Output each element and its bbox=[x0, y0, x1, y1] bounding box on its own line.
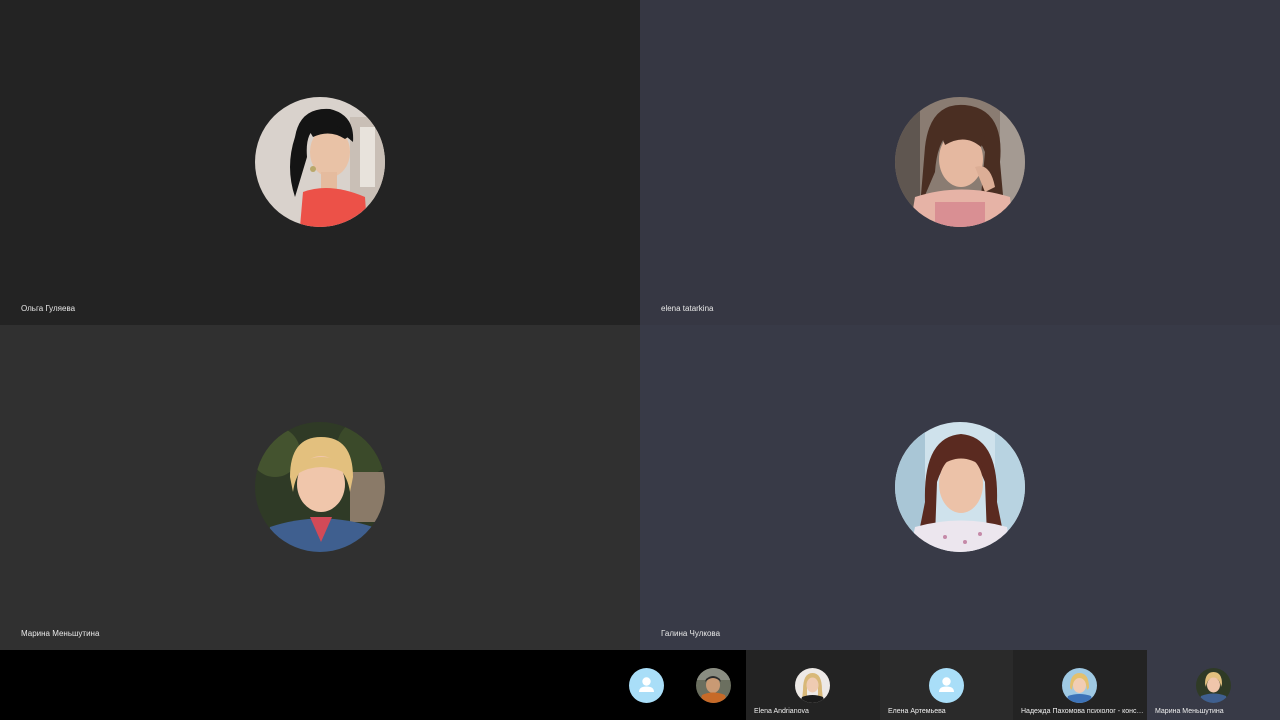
thumbnail-name-4: Елена Артемьева bbox=[888, 708, 946, 715]
default-user-icon bbox=[629, 668, 664, 703]
participant-avatar-3 bbox=[255, 422, 385, 552]
participant-name-1: Ольга Гуляева bbox=[21, 304, 76, 313]
participant-photo-avatar bbox=[1062, 668, 1097, 703]
participant-name-4: Галина Чулкова bbox=[661, 629, 721, 638]
participant-tile-2[interactable]: elena tatarkina bbox=[640, 0, 1280, 325]
participant-tile-4[interactable]: Галина Чулкова bbox=[640, 325, 1280, 650]
thumbnail-name-6: Марина Меньшутина bbox=[1155, 708, 1224, 715]
thumbnail-name-5: Надежда Пахомова психолог - консультант bbox=[1021, 708, 1145, 715]
participant-tile-1[interactable]: Ольга Гуляева bbox=[0, 0, 640, 325]
participant-photo-avatar bbox=[795, 668, 830, 703]
participant-name-2: elena tatarkina bbox=[661, 304, 714, 313]
participant-name-3: Марина Меньшутина bbox=[21, 629, 100, 638]
participant-avatar-1 bbox=[255, 97, 385, 227]
thumbnail-6[interactable]: Марина Меньшутина bbox=[1147, 650, 1280, 720]
default-user-icon bbox=[929, 668, 964, 703]
participant-photo-avatar bbox=[696, 668, 731, 703]
thumbnail-4[interactable]: Елена Артемьева bbox=[880, 650, 1013, 720]
thumbnail-2[interactable] bbox=[680, 650, 746, 720]
participant-strip: Elena Andrianova Елена Артемьева Надежда… bbox=[0, 650, 1280, 720]
participant-avatar-2 bbox=[895, 97, 1025, 227]
participant-grid: Ольга Гуляева elena tatarkina Марина Мен… bbox=[0, 0, 1280, 650]
participant-photo-avatar bbox=[1196, 668, 1231, 703]
video-call-window: Ольга Гуляева elena tatarkina Марина Мен… bbox=[0, 0, 1280, 720]
participant-tile-3[interactable]: Марина Меньшутина bbox=[0, 325, 640, 650]
participant-avatar-4 bbox=[895, 422, 1025, 552]
thumbnail-3[interactable]: Elena Andrianova bbox=[746, 650, 880, 720]
thumbnail-1[interactable] bbox=[613, 650, 680, 720]
thumbnail-name-3: Elena Andrianova bbox=[754, 708, 809, 715]
thumbnail-5[interactable]: Надежда Пахомова психолог - консультант bbox=[1013, 650, 1147, 720]
